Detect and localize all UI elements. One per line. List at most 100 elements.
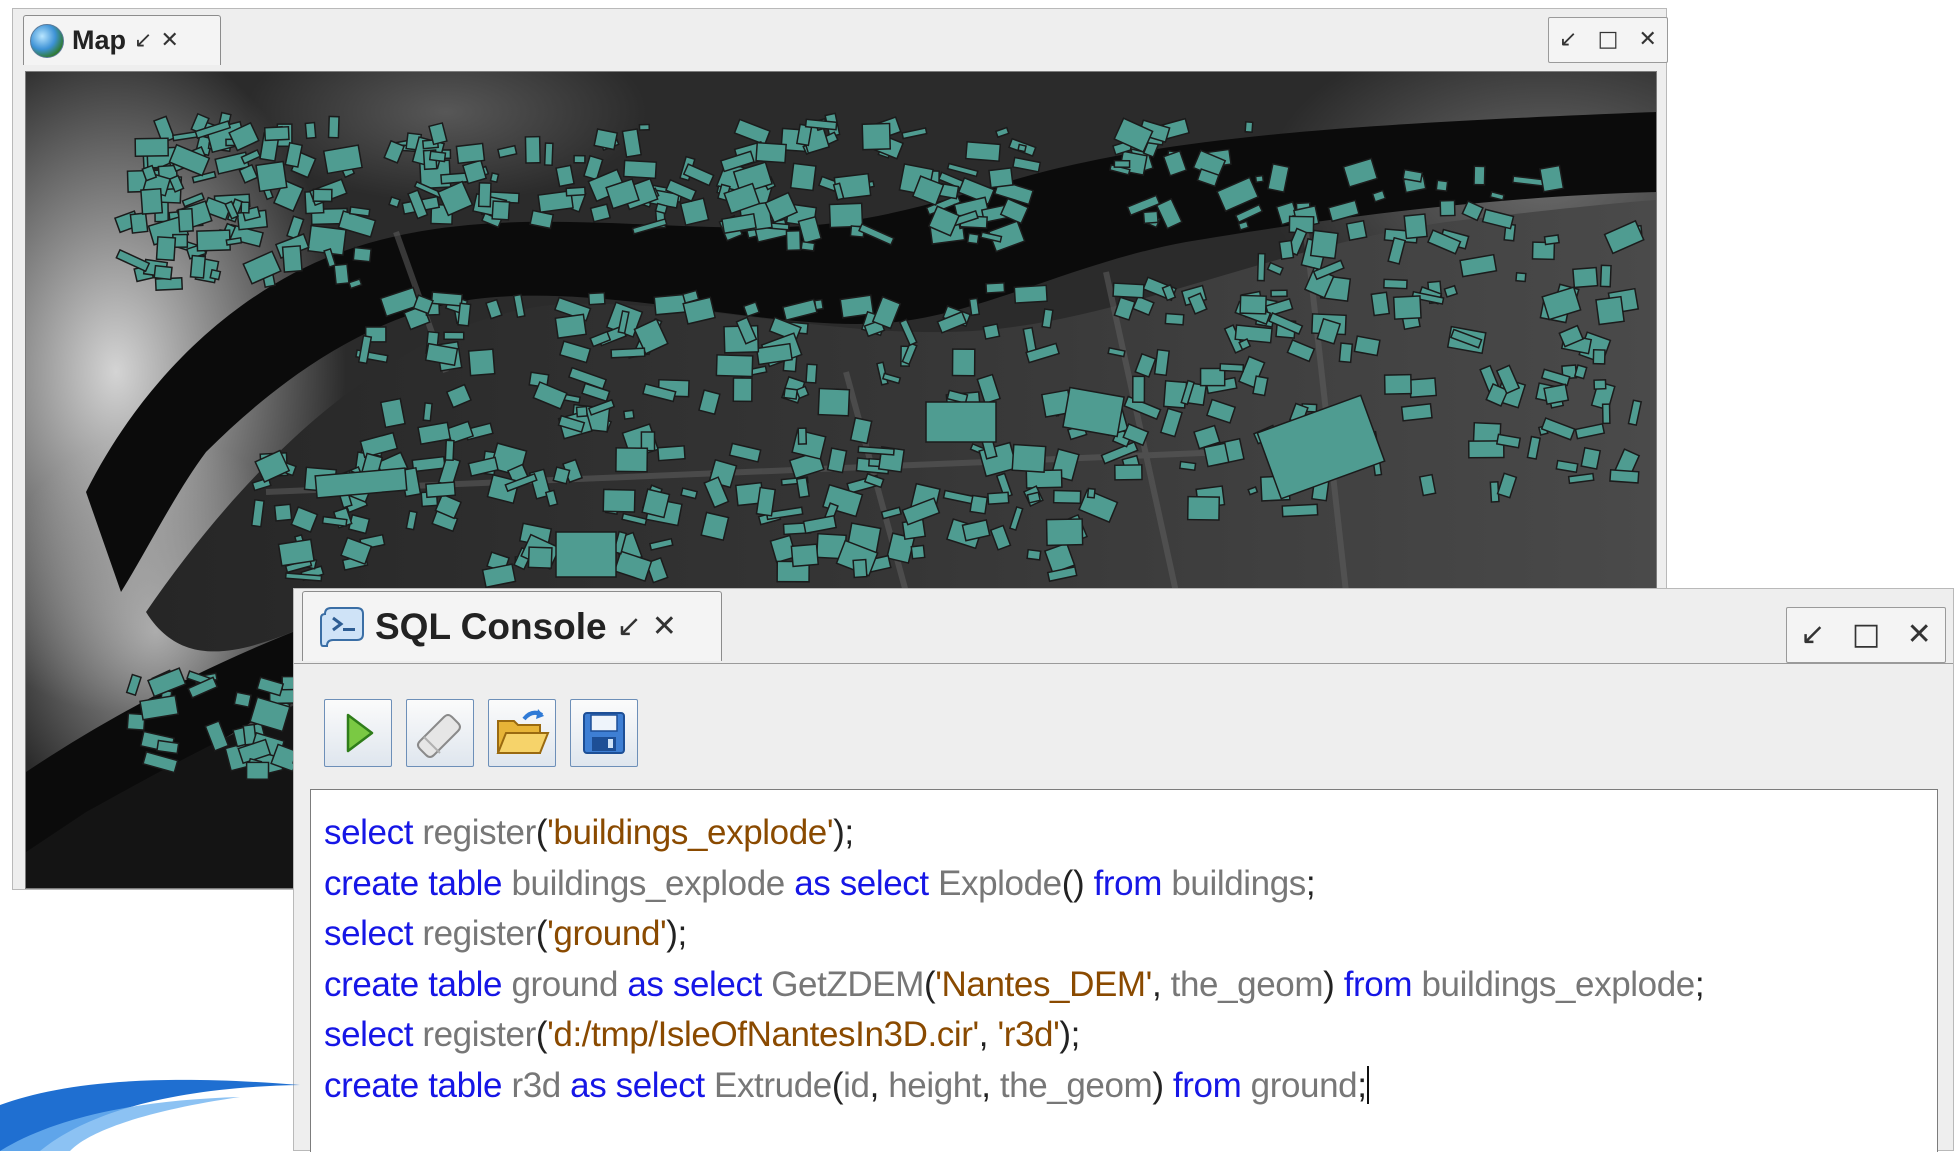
building-footprint	[489, 172, 500, 184]
sql-keyword: from	[1093, 863, 1163, 903]
sql-punctuation: (	[535, 1015, 548, 1054]
sql-punctuation: (	[831, 1065, 844, 1105]
building-footprint	[615, 447, 649, 473]
building-footprint	[153, 264, 173, 281]
building-footprint	[196, 229, 231, 252]
building-footprint	[1219, 362, 1245, 373]
building-footprint	[461, 159, 488, 185]
building-footprint	[852, 558, 868, 579]
building-footprint	[622, 409, 635, 420]
sql-console-window: SQL Console ↙ ✕ ↙ □ ✕ select register('b…	[293, 588, 1954, 1152]
tab-sql-console[interactable]: SQL Console ↙ ✕	[302, 591, 722, 661]
building-footprint	[638, 123, 651, 131]
sql-space	[785, 864, 794, 903]
restore-icon[interactable]: ↙	[1800, 620, 1825, 650]
globe-icon	[30, 23, 64, 58]
pin-icon[interactable]: ↙	[134, 29, 152, 52]
building-footprint	[849, 416, 873, 445]
building-footprint	[861, 122, 892, 151]
building-footprint	[281, 245, 303, 273]
building-footprint	[573, 154, 586, 164]
map-tab-title: Map	[72, 25, 126, 55]
building-footprint	[910, 544, 926, 560]
tab-map[interactable]: Map ↙ ✕	[23, 15, 221, 65]
sql-identifier: register	[422, 813, 536, 852]
building-footprint	[467, 348, 496, 377]
restore-icon[interactable]: ↙	[1559, 29, 1577, 51]
code-line: select register('buildings_explode');	[324, 808, 1937, 859]
building-footprint	[968, 297, 981, 317]
sql-identifier: buildings_explode	[1421, 964, 1695, 1004]
building-footprint	[622, 159, 658, 180]
sql-punctuation: );	[833, 813, 854, 852]
building-footprint	[491, 200, 511, 221]
close-icon[interactable]: ✕	[160, 29, 178, 52]
sql-identifier: id	[843, 1065, 870, 1105]
building-footprint	[1473, 165, 1486, 186]
building-footprint	[543, 142, 554, 167]
building-footprint	[785, 229, 802, 252]
building-footprint	[790, 543, 820, 568]
building-footprint	[1244, 121, 1254, 134]
building-footprint	[277, 538, 315, 567]
building-footprint	[552, 466, 571, 485]
building-footprint	[1281, 503, 1319, 518]
sql-punctuation: ,	[1151, 964, 1162, 1004]
building-footprint	[1593, 379, 1607, 390]
close-window-icon[interactable]: ✕	[1907, 620, 1932, 650]
map-window-controls: ↙ □ ✕	[1548, 17, 1668, 63]
building-footprint	[1026, 491, 1042, 504]
clear-button[interactable]	[406, 699, 474, 767]
building-footprint	[1164, 312, 1185, 326]
building-footprint	[1239, 294, 1267, 315]
building-footprint	[1114, 464, 1143, 481]
building-footprint	[457, 302, 472, 327]
sql-identifier: r3d	[511, 1065, 561, 1105]
building-footprint	[156, 739, 180, 755]
sql-space	[1084, 864, 1093, 903]
execute-button[interactable]	[324, 699, 392, 767]
building-footprint	[1418, 473, 1437, 497]
building-footprint	[1132, 375, 1146, 403]
building-footprint	[134, 137, 169, 157]
sql-space	[929, 864, 938, 903]
sql-keyword: from	[1172, 1065, 1242, 1105]
sql-identifier: buildings	[1171, 863, 1306, 903]
building-footprint	[209, 268, 222, 281]
sql-punctuation: );	[1059, 1015, 1080, 1054]
building-footprint	[575, 405, 588, 418]
building-footprint	[1543, 234, 1560, 246]
code-line: create table r3d as select Extrude(id, h…	[324, 1061, 1937, 1112]
sql-identifier: register	[422, 1015, 536, 1054]
building-footprint	[524, 135, 541, 164]
sql-console-icon	[319, 604, 365, 650]
building-footprint	[593, 128, 619, 151]
sql-space	[413, 1015, 422, 1054]
building-footprint	[755, 141, 787, 164]
building-footprint	[982, 323, 1001, 340]
building-footprint	[379, 397, 406, 429]
sql-editor[interactable]: select register('buildings_explode');cre…	[310, 789, 1938, 1152]
building-footprint	[826, 447, 848, 474]
sql-keyword: create table	[324, 1065, 503, 1105]
maximize-icon[interactable]: □	[1852, 620, 1880, 650]
close-icon[interactable]: ✕	[652, 611, 677, 642]
building-footprint	[1278, 239, 1295, 260]
code-line: select register('d:/tmp/IsleOfNantesIn3D…	[324, 1010, 1937, 1061]
building-footprint	[352, 246, 372, 263]
building-footprint	[732, 377, 753, 403]
save-button[interactable]	[570, 699, 638, 767]
close-window-icon[interactable]: ✕	[1639, 29, 1657, 51]
pin-icon[interactable]: ↙	[617, 611, 642, 642]
maximize-icon[interactable]: □	[1598, 29, 1619, 51]
building-footprint	[444, 439, 455, 462]
building-footprint	[1256, 252, 1266, 282]
text-caret	[1366, 1065, 1369, 1104]
building-footprint	[654, 202, 669, 215]
building-footprint	[245, 761, 270, 780]
open-button[interactable]	[488, 699, 556, 767]
building-footprint	[1052, 489, 1082, 505]
building-footprint	[1370, 291, 1391, 317]
sql-space	[991, 1066, 1000, 1105]
building-footprint	[1592, 348, 1606, 365]
